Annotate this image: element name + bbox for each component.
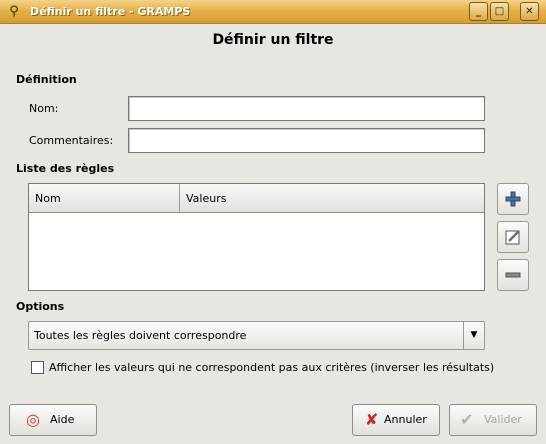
window-title: Définir un filtre - GRAMPS bbox=[30, 5, 191, 18]
rules-section-label: Liste des règles bbox=[16, 162, 115, 175]
cancel-icon: ✘ bbox=[365, 410, 379, 429]
name-label: Nom: bbox=[29, 102, 59, 115]
invert-checkbox[interactable] bbox=[31, 361, 44, 374]
app-icon: ⚲ bbox=[9, 4, 19, 19]
plus-icon bbox=[505, 191, 521, 207]
window-titlebar[interactable]: ⚲ Définir un filtre - GRAMPS _ □ ✕ bbox=[0, 0, 546, 24]
remove-rule-button[interactable] bbox=[497, 259, 529, 291]
edit-icon bbox=[505, 230, 520, 245]
comment-label: Commentaires: bbox=[29, 134, 114, 147]
definition-section-label: Définition bbox=[16, 73, 77, 86]
column-header-values[interactable]: Valeurs bbox=[180, 184, 484, 213]
minus-icon bbox=[505, 272, 521, 278]
chevron-down-icon[interactable]: ▼ bbox=[463, 322, 484, 349]
cancel-button[interactable]: ✘ Annuler bbox=[352, 404, 440, 436]
match-mode-value: Toutes les règles doivent correspondre bbox=[34, 329, 247, 342]
dialog-heading: Définir un filtre bbox=[212, 32, 334, 48]
rules-list[interactable]: Nom Valeurs bbox=[28, 183, 485, 291]
lifebuoy-icon: ◎ bbox=[26, 410, 40, 429]
invert-checkbox-label[interactable]: Afficher les valeurs qui ne corresponden… bbox=[49, 361, 494, 374]
name-input[interactable] bbox=[128, 96, 485, 121]
edit-rule-button[interactable] bbox=[497, 221, 529, 253]
minimize-button[interactable]: _ bbox=[469, 2, 488, 21]
column-header-name[interactable]: Nom bbox=[29, 184, 180, 213]
options-section-label: Options bbox=[16, 300, 65, 313]
ok-button[interactable]: ✔ Valider bbox=[449, 404, 537, 436]
comment-input[interactable] bbox=[128, 128, 485, 153]
match-mode-select[interactable]: Toutes les règles doivent correspondre ▼ bbox=[28, 321, 485, 350]
close-button[interactable]: ✕ bbox=[520, 2, 539, 21]
add-rule-button[interactable] bbox=[497, 183, 529, 215]
maximize-button[interactable]: □ bbox=[490, 2, 509, 21]
help-button[interactable]: ◎ Aide bbox=[9, 404, 97, 436]
checkmark-icon: ✔ bbox=[460, 410, 474, 429]
